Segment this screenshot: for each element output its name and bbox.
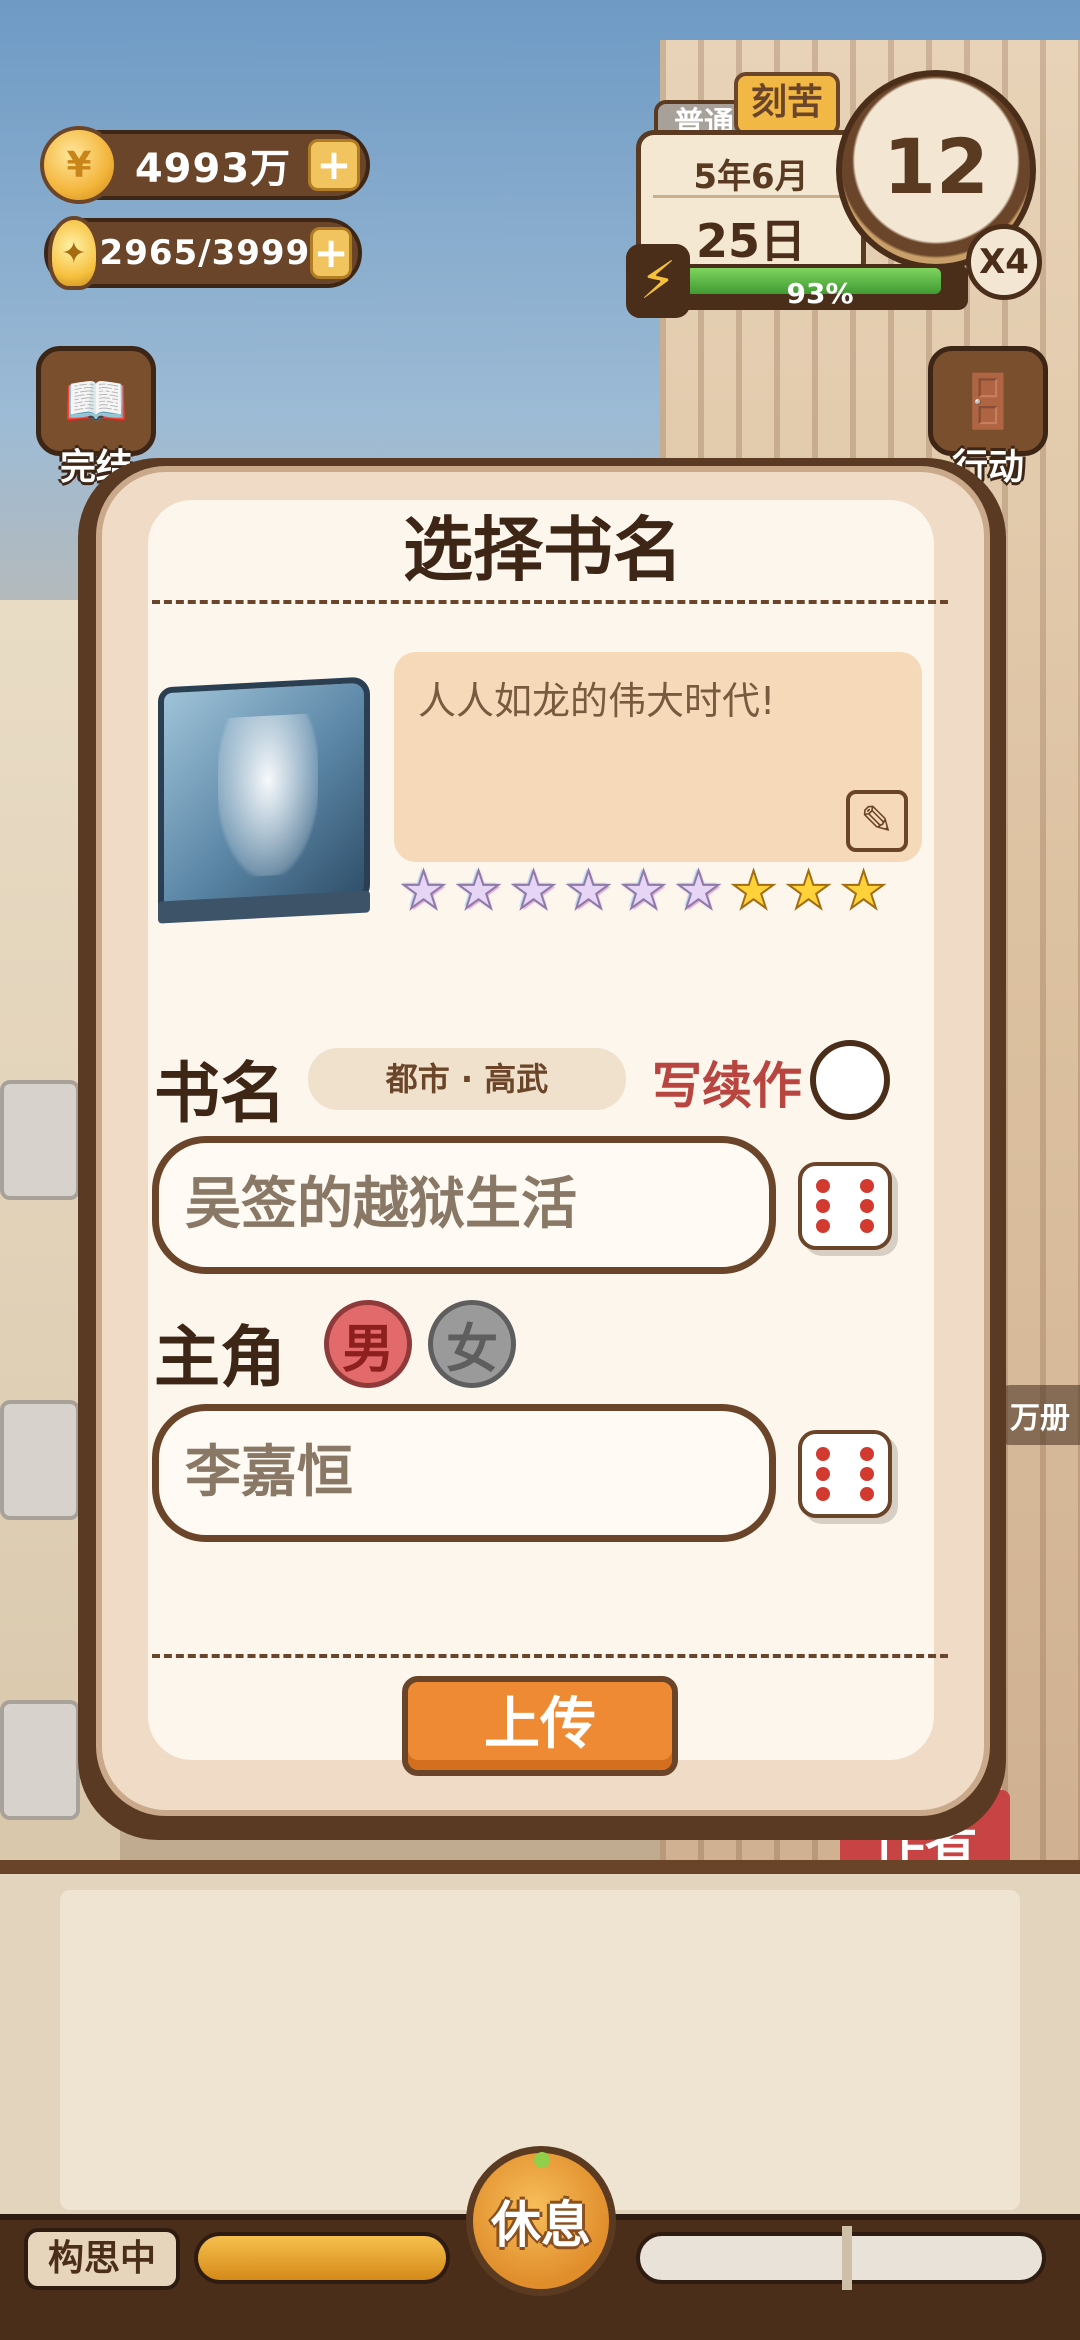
rainbow-star-icon: ★ <box>674 861 723 921</box>
mode-tab-effort[interactable]: 刻苦 <box>734 72 840 136</box>
rainbow-star-icon: ★ <box>399 861 448 921</box>
rating-stars: ★ ★ ★ ★ ★ ★ ★ ★ ★ <box>398 861 889 921</box>
energy-percent: 93% <box>786 277 854 310</box>
clock-hour: 12 <box>883 121 989 211</box>
sequel-checkbox[interactable] <box>810 1040 890 1120</box>
sequel-label: 写续作 <box>652 1057 802 1115</box>
protagonist-label: 主角 <box>154 1319 286 1396</box>
lightning-icon[interactable]: ⚡ <box>626 244 690 318</box>
edit-description-button[interactable]: ✎ <box>846 790 908 852</box>
protagonist-name-input[interactable]: 李嘉恒 <box>152 1404 776 1542</box>
random-protagonist-dice-icon[interactable] <box>798 1430 892 1518</box>
rainbow-star-icon: ★ <box>619 861 668 921</box>
rainbow-star-icon: ★ <box>564 861 613 921</box>
rainbow-star-icon: ★ <box>509 861 558 921</box>
rest-button[interactable]: 休息 <box>466 2146 616 2296</box>
speed-button[interactable]: X4 <box>966 224 1042 300</box>
air-conditioner-icon <box>0 1080 80 1200</box>
dialog-title: 选择书名 <box>403 509 683 591</box>
writing-status: 构思中 <box>24 2228 180 2290</box>
rainbow-star-icon: ★ <box>454 861 503 921</box>
secondary-progress-bar <box>636 2226 1046 2290</box>
conception-progress-bar <box>194 2232 450 2284</box>
progress-marker <box>842 2226 852 2290</box>
inspiration-counter: ✦ 2965/3999 + <box>44 216 362 290</box>
energy-bar: 93% <box>672 264 968 310</box>
random-book-name-dice-icon[interactable] <box>798 1162 892 1250</box>
upload-button[interactable]: 上传 <box>402 1676 678 1776</box>
gender-male-button[interactable]: 男 <box>324 1300 412 1388</box>
air-conditioner-icon <box>0 1700 80 1820</box>
background-side-tag: 万册 <box>1000 1385 1080 1445</box>
add-money-button[interactable]: + <box>308 139 360 191</box>
gold-star-icon: ★ <box>839 861 888 921</box>
book-cover-image <box>158 676 370 924</box>
book-name-input[interactable]: 吴签的越狱生活 <box>152 1136 776 1274</box>
lightbulb-icon: ✦ <box>48 216 100 290</box>
inspiration-value: 2965/3999 <box>99 233 311 273</box>
description-box: 人人如龙的伟大时代! ✎ <box>394 652 922 862</box>
gender-female-button[interactable]: 女 <box>428 1300 516 1388</box>
divider <box>152 600 948 604</box>
money-value: 4993万 <box>134 146 292 192</box>
divider <box>152 1654 948 1658</box>
add-inspiration-button[interactable]: + <box>310 227 352 279</box>
book-name-label: 书名 <box>154 1055 286 1132</box>
description-text: 人人如龙的伟大时代! <box>418 679 776 723</box>
conception-progress-fill <box>198 2236 446 2280</box>
gold-star-icon: ★ <box>784 861 833 921</box>
money-counter: ¥ 4993万 + <box>40 126 370 204</box>
genre-tag: 都市 · 高武 <box>308 1048 626 1110</box>
coin-icon: ¥ <box>40 126 118 204</box>
air-conditioner-icon <box>0 1400 80 1520</box>
gold-star-icon: ★ <box>729 861 778 921</box>
date-month: 5年6月 <box>693 157 809 197</box>
indicator-dot-icon <box>534 2152 550 2168</box>
